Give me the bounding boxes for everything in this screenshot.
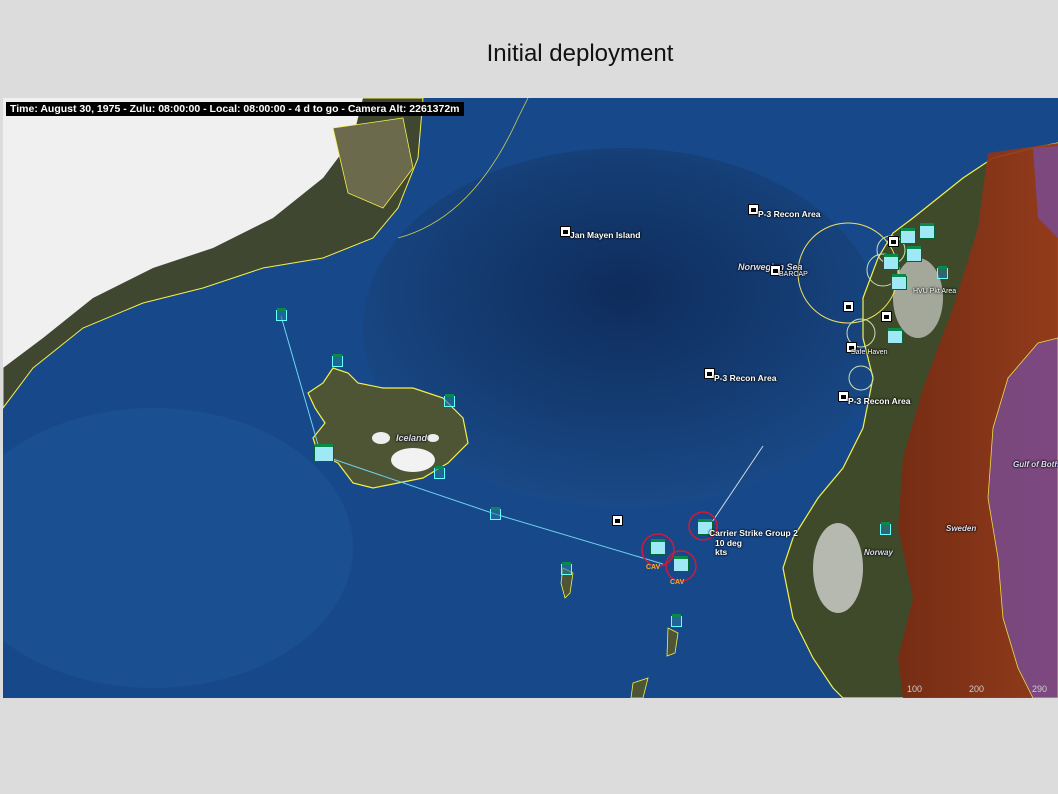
- lock-icon[interactable]: [881, 311, 892, 322]
- sonobuoy-icon[interactable]: [490, 507, 501, 520]
- lock-icon[interactable]: [612, 515, 623, 526]
- recon-area-coast-label: P-3 Recon Area: [848, 396, 911, 406]
- safe-haven-label: Safe Haven: [851, 349, 888, 356]
- airbase-icon[interactable]: [314, 444, 334, 462]
- scale-300: 290: [1032, 684, 1048, 694]
- sonobuoy-icon[interactable]: [276, 308, 287, 321]
- barcap-label: BARCAP: [779, 271, 808, 278]
- slide-title: Initial deployment: [486, 40, 674, 67]
- airbase-icon[interactable]: [919, 223, 935, 239]
- airfield-icon[interactable]: [434, 466, 445, 479]
- airbase-icon[interactable]: [891, 274, 907, 290]
- carrier-type-label: CAV: [646, 564, 661, 571]
- airbase-icon[interactable]: [900, 228, 916, 244]
- iceland-label: Iceland: [396, 433, 428, 443]
- status-bar: Time: August 30, 1975 - Zulu: 08:00:00 -…: [6, 102, 464, 116]
- gulf-label: Gulf of Both: [1013, 460, 1058, 469]
- carrier-speed-label: kts: [715, 547, 728, 557]
- airfield-icon[interactable]: [937, 266, 948, 279]
- scale-100: 100: [907, 684, 923, 694]
- recon-area-mid-label: P-3 Recon Area: [714, 373, 777, 383]
- jan-mayen-label: Jan Mayen Island: [570, 230, 641, 240]
- sweden-label: Sweden: [946, 524, 977, 533]
- carrier-icon[interactable]: [650, 539, 666, 555]
- tactical-map[interactable]: Time: August 30, 1975 - Zulu: 08:00:00 -…: [3, 98, 1058, 698]
- scale-200: 200: [969, 684, 985, 694]
- lock-icon[interactable]: [888, 236, 899, 247]
- airbase-icon[interactable]: [883, 254, 899, 270]
- carrier-type-label: CAV: [670, 579, 685, 586]
- carrier-group-label: Carrier Strike Group 2: [709, 528, 798, 538]
- airbase-icon[interactable]: [887, 328, 903, 344]
- airfield-icon[interactable]: [671, 614, 682, 627]
- airbase-icon[interactable]: [906, 246, 922, 262]
- airfield-icon[interactable]: [444, 394, 455, 407]
- hvu-area-label: HVU Pkt Area: [913, 288, 957, 295]
- carrier-icon[interactable]: [673, 556, 689, 572]
- lock-icon[interactable]: [843, 301, 854, 312]
- norway-label: Norway: [864, 548, 893, 557]
- recon-area-north-label: P-3 Recon Area: [758, 209, 821, 219]
- airfield-icon[interactable]: [561, 562, 572, 575]
- airfield-icon[interactable]: [332, 354, 343, 367]
- airfield-icon[interactable]: [880, 522, 891, 535]
